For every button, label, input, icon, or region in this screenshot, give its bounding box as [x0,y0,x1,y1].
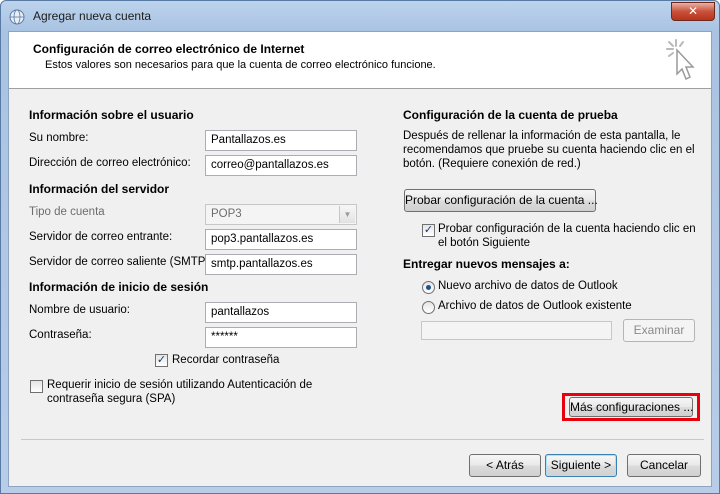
title-bar[interactable]: Agregar nueva cuenta ✕ [1,1,719,31]
name-input[interactable]: Pantallazos.es [205,130,357,151]
existing-data-file-path [421,321,612,340]
incoming-server-label: Servidor de correo entrante: [29,231,173,243]
cancel-button[interactable]: Cancelar [627,454,701,477]
dialog-window: Agregar nueva cuenta ✕ Configuración de … [0,0,720,494]
remember-password-label: Recordar contraseña [172,354,280,366]
spa-label-line2: contraseña segura (SPA) [47,393,176,405]
close-button[interactable]: ✕ [671,2,715,21]
back-button[interactable]: < Atrás [469,454,541,477]
user-info-heading: Información sobre el usuario [29,108,194,122]
email-input[interactable]: correo@pantallazos.es [205,155,357,176]
spa-checkbox[interactable] [30,380,43,393]
username-label: Nombre de usuario: [29,304,130,316]
window-title: Agregar nueva cuenta [33,9,152,23]
password-label: Contraseña: [29,329,92,341]
existing-data-file-label: Archivo de datos de Outlook existente [438,300,632,312]
remember-password-checkbox[interactable]: ✓ [155,354,168,367]
incoming-server-input[interactable]: pop3.pantallazos.es [205,229,357,250]
auto-test-label-line1: Probar configuración de la cuenta hacien… [438,223,696,235]
server-info-heading: Información del servidor [29,182,170,196]
name-label: Su nombre: [29,132,89,144]
auto-test-label-line2: el botón Siguiente [438,237,531,249]
click-cursor-icon [666,39,695,81]
dialog-client-area: Configuración de correo electrónico de I… [8,31,712,487]
wizard-header: Configuración de correo electrónico de I… [9,32,711,89]
test-account-settings-button[interactable]: Probar configuración de la cuenta ... [404,189,598,212]
new-data-file-radio[interactable] [422,281,435,294]
browse-button: Examinar [623,319,695,342]
next-button[interactable]: Siguiente > [545,454,617,477]
dropdown-arrow-icon: ▼ [339,206,355,223]
test-description-line3: botón. (Requiere conexión de red.) [403,158,581,170]
auto-test-checkbox[interactable]: ✓ [422,224,435,237]
test-settings-heading: Configuración de la cuenta de prueba [403,108,618,122]
settings-panel: Información sobre el usuario Su nombre: … [21,100,704,440]
page-subtitle: Estos valores son necesarios para que la… [45,59,436,71]
logon-info-heading: Información de inicio de sesión [29,280,209,294]
spa-label-line1: Requerir inicio de sesión utilizando Aut… [47,379,313,391]
more-settings-button[interactable]: Más configuraciones ... [569,397,693,417]
account-type-label: Tipo de cuenta [29,206,105,218]
test-description-line2: recomendamos que pruebe su cuenta hacien… [403,144,695,156]
existing-data-file-radio[interactable] [422,301,435,314]
outgoing-server-label: Servidor de correo saliente (SMTP): [29,256,213,268]
account-type-value: POP3 [211,208,242,220]
outlook-app-icon [9,9,25,25]
new-data-file-label: Nuevo archivo de datos de Outlook [438,280,618,292]
password-input[interactable]: ****** [205,327,357,348]
test-description-line1: Después de rellenar la información de es… [403,130,681,142]
email-label: Dirección de correo electrónico: [29,157,191,169]
account-type-select: POP3 ▼ [205,204,357,225]
outgoing-server-input[interactable]: smtp.pantallazos.es [205,254,357,275]
page-title: Configuración de correo electrónico de I… [33,42,305,56]
deliver-heading: Entregar nuevos mensajes a: [403,257,570,271]
username-input[interactable]: pantallazos [205,302,357,323]
